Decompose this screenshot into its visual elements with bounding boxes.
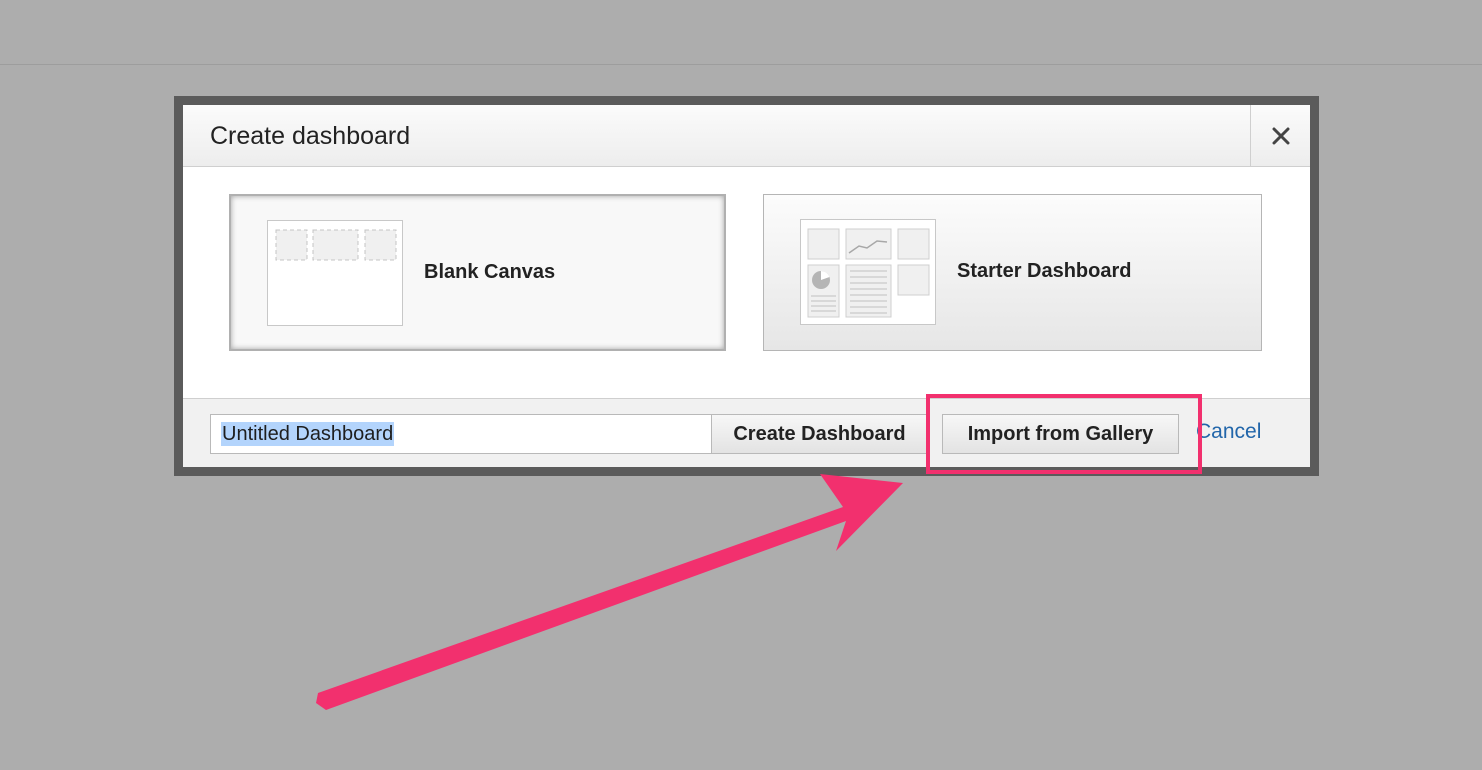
starter-dashboard-thumbnail-icon	[800, 219, 936, 325]
starter-dashboard-label: Starter Dashboard	[957, 260, 1132, 282]
create-dashboard-button[interactable]: Create Dashboard	[711, 414, 928, 454]
blank-canvas-thumbnail-icon	[267, 220, 403, 326]
starter-dashboard-option[interactable]: Starter Dashboard	[763, 194, 1262, 351]
blank-canvas-label: Blank Canvas	[424, 261, 556, 283]
dialog-footer: Untitled Dashboard Create Dashboard Impo…	[183, 398, 1310, 467]
close-icon	[1272, 127, 1289, 144]
dialog-title: Create dashboard	[210, 122, 411, 150]
dashboard-name-input[interactable]	[210, 414, 712, 454]
close-button[interactable]	[1250, 105, 1310, 166]
dialog-frame: Create dashboard Blank Canvas Starter Da…	[174, 96, 1319, 476]
page-background-header	[0, 0, 1482, 65]
blank-canvas-option[interactable]: Blank Canvas	[229, 194, 726, 351]
cancel-link[interactable]: Cancel	[1196, 420, 1261, 444]
dialog-header: Create dashboard	[183, 105, 1310, 167]
create-dashboard-dialog: Create dashboard Blank Canvas Starter Da…	[183, 105, 1310, 467]
import-from-gallery-button[interactable]: Import from Gallery	[942, 414, 1179, 454]
